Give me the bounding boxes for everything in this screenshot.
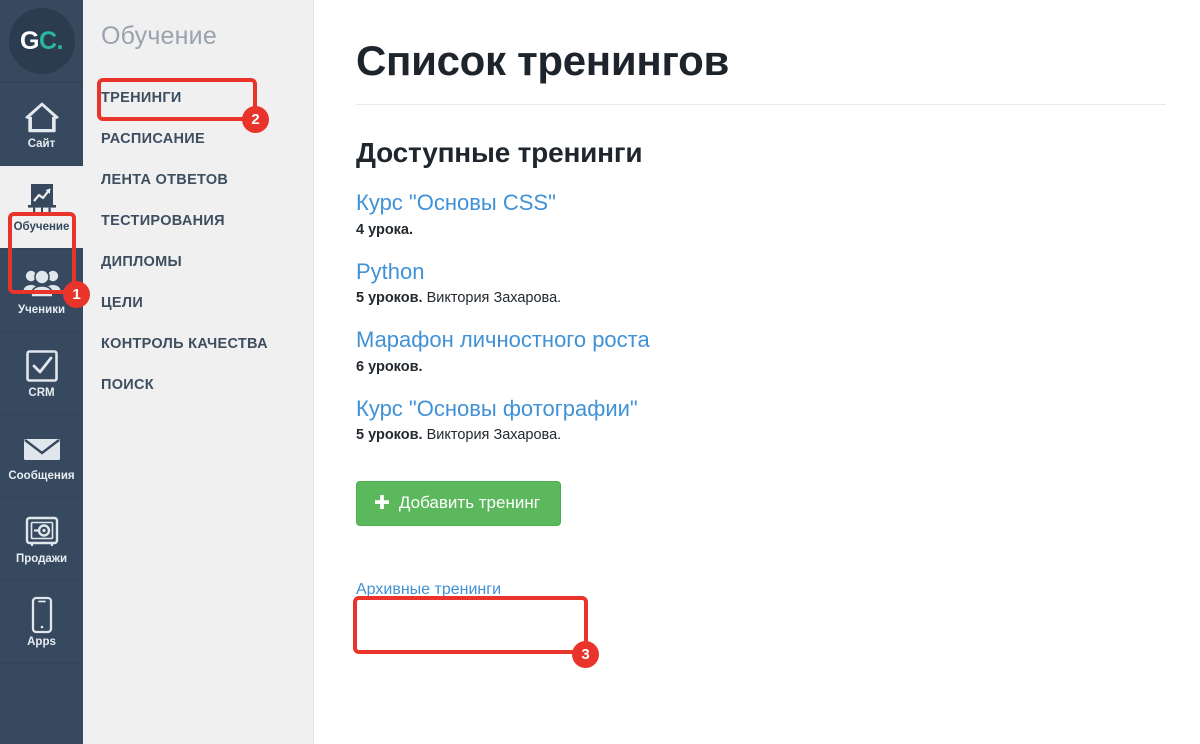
course-title-link[interactable]: Python xyxy=(356,258,425,286)
add-training-button[interactable]: ✚ Добавить тренинг xyxy=(356,481,561,527)
phone-icon xyxy=(29,596,55,634)
rail-item-sait[interactable]: Сайт xyxy=(0,83,83,166)
course-list-item: Курс "Основы CSS" 4 урока. xyxy=(356,189,1200,238)
course-title-link[interactable]: Марафон личностного роста xyxy=(356,326,650,354)
rail-item-apps[interactable]: Apps xyxy=(0,581,83,664)
menu-item-label: ЛЕНТА ОТВЕТОВ xyxy=(101,171,229,188)
rail-item-crm[interactable]: CRM xyxy=(0,332,83,415)
section-menu-sidebar: Обучение ТРЕНИНГИ РАСПИСАНИЕ ЛЕНТА ОТВЕТ… xyxy=(83,0,314,744)
course-lesson-count: 5 уроков. xyxy=(356,427,423,444)
menu-item-label: ЦЕЛИ xyxy=(101,294,144,311)
menu-section-title: Обучение xyxy=(101,22,217,50)
course-meta: 5 уроков. Виктория Захарова. xyxy=(356,290,1200,306)
app-window: G C. Сайт Обучение Ученики CRM Сообщения… xyxy=(0,0,1200,744)
rail-item-label: CRM xyxy=(28,386,55,399)
people-icon xyxy=(22,264,62,302)
menu-item-label: РАСПИСАНИЕ xyxy=(101,130,205,147)
course-meta: 6 уроков. xyxy=(356,359,1200,375)
section-heading-available-trainings: Доступные тренинги xyxy=(356,137,643,169)
add-training-label: Добавить тренинг xyxy=(398,493,540,513)
rail-item-soobshcheniya[interactable]: Сообщения xyxy=(0,415,83,498)
page-title: Список тренингов xyxy=(356,37,729,84)
course-list-item: Python 5 уроков. Виктория Захарова. xyxy=(356,258,1200,307)
course-author: Виктория Захарова. xyxy=(422,427,562,444)
main-content: Список тренингов Доступные тренинги Курс… xyxy=(314,0,1200,744)
archive-trainings-link[interactable]: Архивные тренинги xyxy=(356,581,1200,599)
logo-text-g: G xyxy=(20,26,39,55)
menu-item-treningi[interactable]: ТРЕНИНГИ xyxy=(83,77,313,118)
rail-item-obuchenie[interactable]: Обучение xyxy=(0,166,83,249)
menu-item-kontrol-kachestva[interactable]: КОНТРОЛЬ КАЧЕСТВА xyxy=(83,323,313,364)
logo-circle: G C. xyxy=(8,8,75,74)
rail-item-label: Сайт xyxy=(27,137,56,150)
rail-item-label: Обучение xyxy=(13,220,70,233)
menu-item-label: ДИПЛОМЫ xyxy=(101,253,183,270)
rail-item-label: Продажи xyxy=(15,552,68,565)
menu-item-tseli[interactable]: ЦЕЛИ xyxy=(83,282,313,323)
menu-item-label: ТРЕНИНГИ xyxy=(101,89,182,106)
menu-item-label: ТЕСТИРОВАНИЯ xyxy=(101,212,225,229)
envelope-icon xyxy=(22,430,62,468)
course-list-item: Марафон личностного роста 6 уроков. xyxy=(356,326,1200,375)
menu-item-label: ПОИСК xyxy=(101,376,154,393)
icon-rail-sidebar: G C. Сайт Обучение Ученики CRM Сообщения… xyxy=(0,0,83,744)
course-lesson-count: 5 уроков. xyxy=(356,290,423,307)
house-icon xyxy=(24,98,60,136)
checkbox-icon xyxy=(25,347,59,385)
menu-item-label: КОНТРОЛЬ КАЧЕСТВА xyxy=(101,335,268,352)
rail-item-label: Apps xyxy=(27,635,56,648)
rail-item-label: Сообщения xyxy=(8,469,75,482)
menu-item-lenta-otvetov[interactable]: ЛЕНТА ОТВЕТОВ xyxy=(83,159,313,200)
chart-easel-icon xyxy=(24,181,60,219)
menu-item-testirovaniya[interactable]: ТЕСТИРОВАНИЯ xyxy=(83,200,313,241)
plus-icon: ✚ xyxy=(374,492,390,514)
course-lesson-count: 6 уроков. xyxy=(356,358,423,375)
rail-item-prodazhi[interactable]: Продажи xyxy=(0,498,83,581)
safe-icon xyxy=(24,513,60,551)
course-meta: 5 уроков. Виктория Захарова. xyxy=(356,427,1200,443)
rail-item-ucheniki[interactable]: Ученики xyxy=(0,249,83,332)
course-meta: 4 урока. xyxy=(356,222,1200,238)
course-list-item: Курс "Основы фотографии" 5 уроков. Викто… xyxy=(356,395,1200,444)
course-title-link[interactable]: Курс "Основы CSS" xyxy=(356,189,556,217)
title-divider xyxy=(356,104,1166,106)
course-title-link[interactable]: Курс "Основы фотографии" xyxy=(356,395,638,423)
app-logo[interactable]: G C. xyxy=(0,0,83,83)
menu-item-poisk[interactable]: ПОИСК xyxy=(83,364,313,405)
logo-text-c: C. xyxy=(38,26,64,55)
menu-item-diplomy[interactable]: ДИПЛОМЫ xyxy=(83,241,313,282)
menu-item-raspisanie[interactable]: РАСПИСАНИЕ xyxy=(83,118,313,159)
rail-item-label: Ученики xyxy=(17,303,66,316)
course-author: Виктория Захарова. xyxy=(422,290,562,307)
course-lesson-count: 4 урока. xyxy=(356,221,414,238)
